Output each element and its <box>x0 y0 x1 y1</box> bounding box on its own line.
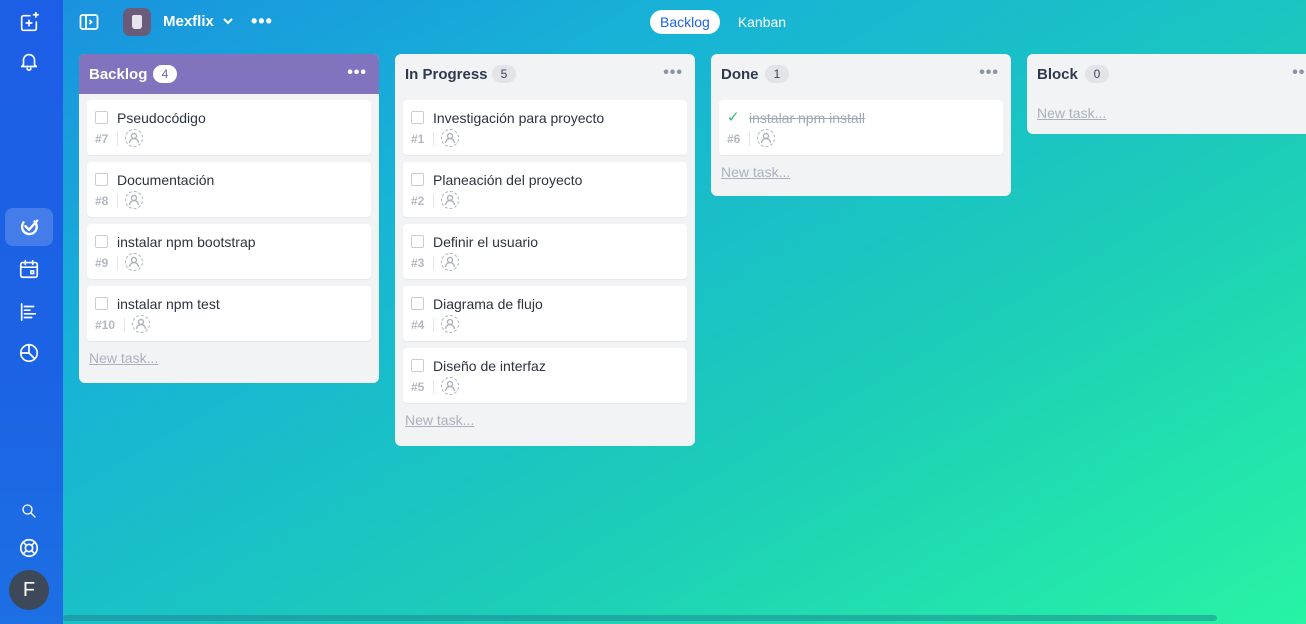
column-header: In Progress 5 ••• <box>395 54 695 94</box>
task-checkbox[interactable] <box>411 359 424 372</box>
task-card[interactable]: Documentación #8 <box>87 162 371 217</box>
task-title: Documentación <box>117 172 215 188</box>
help-icon[interactable] <box>5 529 53 567</box>
timeline-icon[interactable] <box>5 293 53 331</box>
task-title: Diagrama de flujo <box>433 296 543 312</box>
task-number: #10 <box>95 318 116 332</box>
column-count: 5 <box>492 65 516 83</box>
task-number: #4 <box>411 318 425 332</box>
task-number: #5 <box>411 380 425 394</box>
task-card[interactable]: Diagrama de flujo #4 <box>403 286 687 341</box>
column-header: Block 0 ••• <box>1027 54 1306 94</box>
new-task-link[interactable]: New task... <box>395 410 695 444</box>
column-more-icon[interactable]: ••• <box>1292 64 1306 82</box>
assignee-icon[interactable] <box>132 315 150 333</box>
sidebar-toggle-icon[interactable] <box>79 12 99 32</box>
task-number: #9 <box>95 256 109 270</box>
new-task-link[interactable]: New task... <box>711 162 1011 196</box>
task-card[interactable]: Definir el usuario #3 <box>403 224 687 279</box>
column-more-icon[interactable]: ••• <box>663 64 683 82</box>
task-number: #3 <box>411 256 425 270</box>
search-icon[interactable] <box>5 492 53 530</box>
task-title: instalar npm bootstrap <box>117 234 256 250</box>
task-title: instalar npm install <box>749 110 865 126</box>
task-title: instalar npm test <box>117 296 220 312</box>
column-header: Backlog 4 ••• <box>79 54 379 94</box>
assignee-icon[interactable] <box>125 253 143 271</box>
chart-icon[interactable] <box>5 334 53 372</box>
column-more-icon[interactable]: ••• <box>979 64 999 82</box>
assignee-icon[interactable] <box>757 129 775 147</box>
assignee-icon[interactable] <box>441 129 459 147</box>
new-task-link[interactable]: New task... <box>1027 94 1306 128</box>
task-card[interactable]: Pseudocódigo #7 <box>87 100 371 155</box>
task-checkbox[interactable] <box>411 173 424 186</box>
column-done: Done 1 ••• ✓ instalar npm install #6 New… <box>711 54 1011 196</box>
task-checkbox[interactable] <box>95 111 108 124</box>
column-block: Block 0 ••• New task... <box>1027 54 1306 134</box>
task-number: #6 <box>727 132 741 146</box>
task-title: Pseudocódigo <box>117 110 206 126</box>
task-checkbox[interactable] <box>95 297 108 310</box>
task-number: #1 <box>411 132 425 146</box>
assignee-icon[interactable] <box>125 129 143 147</box>
task-card[interactable]: Investigación para proyecto #1 <box>403 100 687 155</box>
column-header: Done 1 ••• <box>711 54 1011 94</box>
task-checkbox[interactable] <box>411 297 424 310</box>
task-card[interactable]: instalar npm test #10 <box>87 286 371 341</box>
assignee-icon[interactable] <box>441 315 459 333</box>
project-more-icon[interactable]: ••• <box>251 12 273 32</box>
calendar-icon[interactable] <box>5 250 53 288</box>
task-checkbox[interactable] <box>95 173 108 186</box>
column-title: Block <box>1037 66 1078 83</box>
task-number: #2 <box>411 194 425 208</box>
task-checkbox[interactable] <box>95 235 108 248</box>
column-count: 1 <box>765 65 789 83</box>
task-card[interactable]: ✓ instalar npm install #6 <box>719 100 1003 155</box>
check-icon[interactable]: ✓ <box>727 108 740 126</box>
horizontal-scrollbar[interactable] <box>63 615 1217 621</box>
column-title: In Progress <box>405 66 488 83</box>
assignee-icon[interactable] <box>441 377 459 395</box>
task-title: Investigación para proyecto <box>433 110 605 126</box>
task-title: Diseño de interfaz <box>433 358 546 374</box>
task-number: #7 <box>95 132 109 146</box>
task-title: Definir el usuario <box>433 234 539 250</box>
project-avatar[interactable] <box>123 8 151 36</box>
view-tabs: Backlog Kanban <box>650 10 796 34</box>
column-more-icon[interactable]: ••• <box>347 64 367 82</box>
assignee-icon[interactable] <box>441 253 459 271</box>
column-title: Done <box>721 66 759 83</box>
assignee-icon[interactable] <box>125 191 143 209</box>
new-task-icon[interactable] <box>5 4 53 42</box>
top-bar: Mexflix ••• Backlog Kanban <box>63 0 1306 44</box>
tab-backlog[interactable]: Backlog <box>650 10 720 34</box>
task-checkbox[interactable] <box>411 235 424 248</box>
task-checkbox[interactable] <box>411 111 424 124</box>
tab-kanban[interactable]: Kanban <box>728 10 796 34</box>
new-task-link[interactable]: New task... <box>79 348 379 382</box>
task-card[interactable]: instalar npm bootstrap #9 <box>87 224 371 279</box>
task-number: #8 <box>95 194 109 208</box>
user-avatar[interactable]: F <box>9 570 49 610</box>
project-name[interactable]: Mexflix <box>163 13 214 30</box>
left-rail: F <box>0 0 63 624</box>
task-card[interactable]: Diseño de interfaz #5 <box>403 348 687 403</box>
assignee-icon[interactable] <box>441 191 459 209</box>
column-count: 0 <box>1085 65 1109 83</box>
column-title: Backlog <box>89 66 148 83</box>
tasks-logo-icon[interactable] <box>5 208 53 246</box>
bell-icon[interactable] <box>5 42 53 80</box>
column-count: 4 <box>153 65 177 83</box>
chevron-down-icon[interactable] <box>221 14 235 28</box>
task-title: Planeación del proyecto <box>433 172 583 188</box>
task-card[interactable]: Planeación del proyecto #2 <box>403 162 687 217</box>
column-backlog: Backlog 4 ••• Pseudocódigo #7 Documentac… <box>79 54 379 383</box>
column-in-progress: In Progress 5 ••• Investigación para pro… <box>395 54 695 446</box>
